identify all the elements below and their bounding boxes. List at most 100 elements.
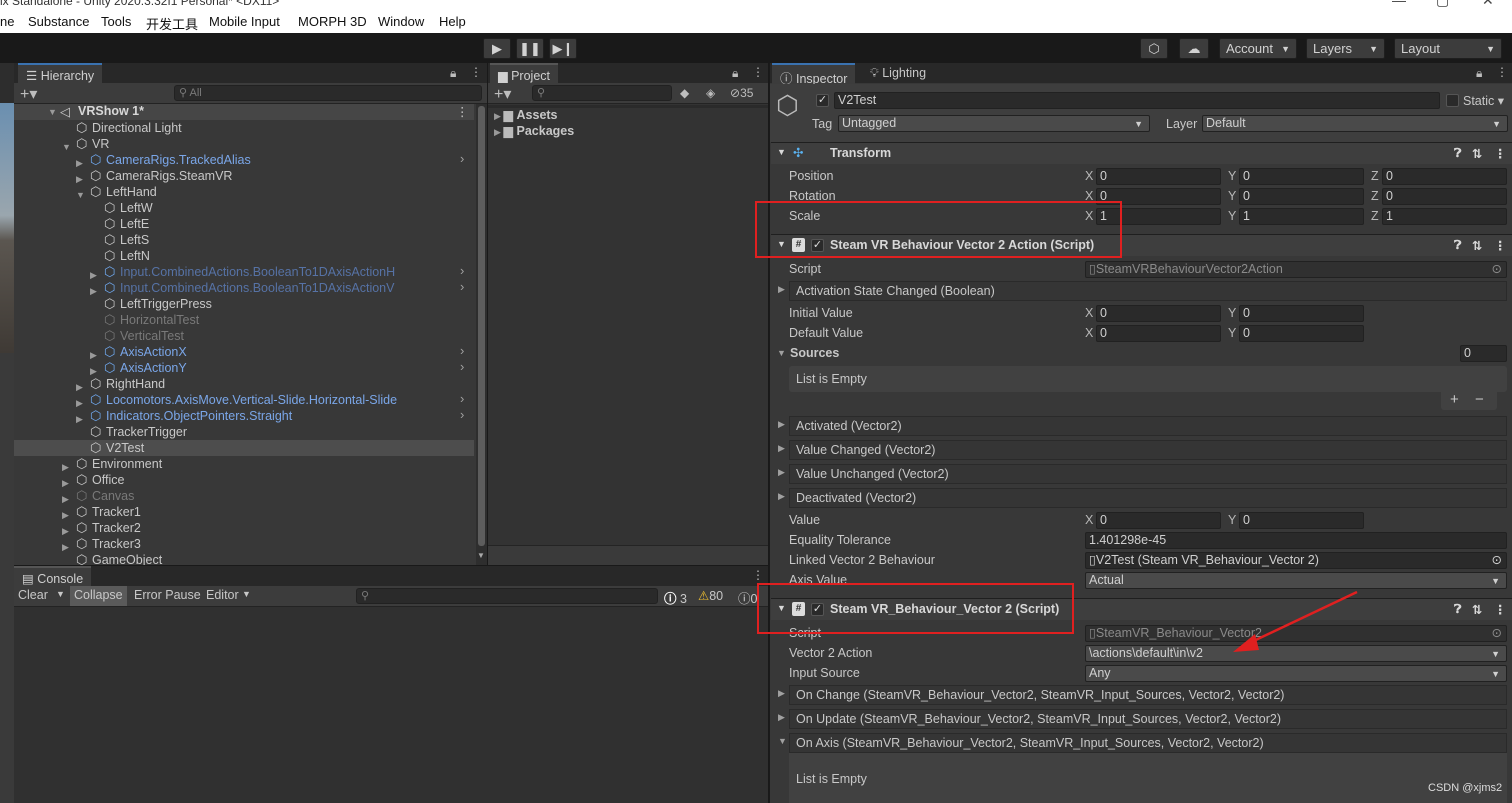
object-picker-icon[interactable]: ⊙ xyxy=(1492,553,1502,568)
error-toggle[interactable]: ⓘ0 xyxy=(738,588,757,607)
hierarchy-item[interactable]: ⬡ LeftS xyxy=(14,232,474,248)
position-z-input[interactable]: 0 xyxy=(1382,168,1507,185)
restore-icon[interactable]: ▢ xyxy=(1436,0,1449,9)
open-prefab-arrow-icon[interactable]: › xyxy=(460,279,464,295)
equality-tolerance-input[interactable]: 1.401298e-45 xyxy=(1085,532,1507,549)
hierarchy-item[interactable]: ⬡ LeftE xyxy=(14,216,474,232)
hierarchy-item[interactable]: ▶ ⬡ AxisActionX › xyxy=(14,343,474,360)
kebab-menu-icon[interactable]: ⋮ xyxy=(1496,65,1508,79)
help-icon[interactable]: ❓︎ xyxy=(1454,146,1462,161)
folder-packages[interactable]: ▶ ▆ Packages xyxy=(494,123,574,139)
hierarchy-item[interactable]: ▶ ⬡ AxisActionY › xyxy=(14,359,474,376)
hierarchy-item[interactable]: ▶ ⬡ Tracker1 xyxy=(14,504,474,520)
scene-header-row[interactable]: ▼ ◁ VRShow 1* ⋮ xyxy=(14,104,474,120)
scrollbar-thumb[interactable] xyxy=(478,106,485,546)
value-y-input[interactable]: 0 xyxy=(1239,512,1364,529)
error-pause-toggle[interactable]: Error Pause xyxy=(134,588,201,602)
value-x-input[interactable]: 0 xyxy=(1096,512,1221,529)
axis-value-dropdown[interactable]: Actual ▼ xyxy=(1085,572,1507,589)
kebab-menu-icon[interactable]: ⋮ xyxy=(470,65,482,79)
hierarchy-item[interactable]: ▶ ⬡ Canvas xyxy=(14,488,474,504)
unity-event-row[interactable]: On Update (SteamVR_Behaviour_Vector2, St… xyxy=(789,709,1507,729)
hierarchy-item[interactable]: ▶ ⬡ Indicators.ObjectPointers.Straight › xyxy=(14,407,474,424)
hierarchy-item[interactable]: ▶ ⬡ Tracker2 xyxy=(14,520,474,536)
tab-lighting[interactable]: 💡︎ Lighting xyxy=(870,66,926,81)
info-toggle[interactable]: ⓘ 3 xyxy=(664,588,687,607)
fold-open-icon[interactable]: ▼ xyxy=(48,107,57,117)
active-checkbox[interactable]: ✓ xyxy=(816,93,829,108)
add-plus-icon[interactable]: +▾ xyxy=(494,84,511,104)
position-y-input[interactable]: 0 xyxy=(1239,168,1364,185)
lock-icon[interactable]: 🔒︎ xyxy=(732,66,738,81)
fold-closed-icon[interactable]: ▶ xyxy=(778,688,785,699)
hierarchy-item[interactable]: ▶ ⬡ Office xyxy=(14,472,474,488)
layout-dropdown[interactable]: Layout ▼ xyxy=(1394,38,1502,59)
editor-dropdown[interactable]: Editor xyxy=(206,588,239,602)
tab-hierarchy[interactable]: ☰ Hierarchy xyxy=(18,63,103,84)
hierarchy-item[interactable]: ▶ ⬡ Input.CombinedActions.BooleanTo1DAxisA… xyxy=(14,263,474,280)
hierarchy-item[interactable]: ⬡ Directional Light xyxy=(14,120,474,136)
transform-header[interactable]: ▼ ✣ Transform ❓︎ ⇅ ⋮ xyxy=(771,142,1512,164)
preset-icon[interactable]: ⇅ xyxy=(1472,146,1482,161)
minimize-icon[interactable]: — xyxy=(1392,0,1406,8)
scale-y-input[interactable]: 1 xyxy=(1239,208,1364,225)
open-prefab-arrow-icon[interactable]: › xyxy=(460,359,464,375)
add-plus-icon[interactable]: +▾ xyxy=(20,84,37,104)
hierarchy-item[interactable]: ⬡ TrackerTrigger xyxy=(14,424,474,440)
kebab-menu-icon[interactable]: ⋮ xyxy=(752,568,764,582)
unity-event-row[interactable]: Activated (Vector2) xyxy=(789,416,1507,436)
tab-console[interactable]: ▤ Console xyxy=(14,566,92,587)
hierarchy-item[interactable]: ⬡ GameObject xyxy=(14,552,474,565)
hierarchy-item[interactable]: ▼ ⬡ VR xyxy=(14,136,474,152)
help-icon[interactable]: ❓︎ xyxy=(1454,602,1462,617)
account-dropdown[interactable]: Account ▼ xyxy=(1219,38,1297,59)
scroll-down-icon[interactable]: ▼ xyxy=(477,551,485,560)
hierarchy-item[interactable]: ▶ ⬡ Tracker3 xyxy=(14,536,474,552)
preset-icon[interactable]: ⇅ xyxy=(1472,602,1482,617)
scene-view-edge[interactable] xyxy=(0,63,14,803)
hierarchy-item[interactable]: ⬡ LeftN xyxy=(14,248,474,264)
unity-event-row[interactable]: Value Changed (Vector2) xyxy=(789,440,1507,460)
collapse-toggle[interactable]: Collapse xyxy=(70,586,127,606)
filter-type-icon[interactable]: ◆ xyxy=(680,86,689,100)
pause-button[interactable]: ❚❚ xyxy=(516,38,544,59)
static-checkbox[interactable] xyxy=(1446,93,1459,108)
preset-icon[interactable]: ⇅ xyxy=(1472,238,1482,253)
hierarchy-item[interactable]: ▶ ⬡ RightHand xyxy=(14,376,474,392)
object-picker-icon[interactable]: ⊙ xyxy=(1492,262,1502,277)
component-menu-icon[interactable]: ⋮ xyxy=(1494,602,1507,617)
menu-window[interactable]: Window xyxy=(378,14,424,29)
unity-event-row[interactable]: On Change (SteamVR_Behaviour_Vector2, St… xyxy=(789,685,1507,705)
hierarchy-item[interactable]: ▶ ⬡ Environment xyxy=(14,456,474,472)
console-search-input[interactable]: ⚲ xyxy=(356,588,658,604)
menu-tools[interactable]: Tools xyxy=(101,14,131,29)
help-icon[interactable]: ❓︎ xyxy=(1454,238,1462,253)
menu-morph3d[interactable]: MORPH 3D xyxy=(298,14,367,29)
scene-menu-icon[interactable]: ⋮ xyxy=(456,104,469,119)
close-icon[interactable]: ✕ xyxy=(1482,0,1494,9)
menu-mobile-input[interactable]: Mobile Input xyxy=(209,14,280,29)
hierarchy-item[interactable]: ⬡ LeftW xyxy=(14,200,474,216)
menu-help[interactable]: Help xyxy=(439,14,466,29)
clear-button[interactable]: Clear xyxy=(18,588,48,602)
static-dropdown[interactable]: Static ▾ xyxy=(1463,93,1504,108)
hierarchy-item[interactable]: ▶ ⬡ CameraRigs.TrackedAlias › xyxy=(14,151,474,168)
project-search-input[interactable]: ⚲ xyxy=(532,85,672,101)
unity-event-row[interactable]: Value Unchanged (Vector2) xyxy=(789,464,1507,484)
lock-icon[interactable]: 🔒︎ xyxy=(1476,66,1482,81)
add-icon[interactable]: + xyxy=(1450,391,1459,408)
fold-closed-icon[interactable]: ▶ xyxy=(778,284,785,295)
scale-z-input[interactable]: 1 xyxy=(1382,208,1507,225)
initial-x-input[interactable]: 0 xyxy=(1096,305,1221,322)
collab-button[interactable]: ⬡ xyxy=(1140,38,1168,59)
default-x-input[interactable]: 0 xyxy=(1096,325,1221,342)
hidden-packages-icon[interactable]: ⊘35 xyxy=(730,86,753,100)
unity-event-row[interactable]: Deactivated (Vector2) xyxy=(789,488,1507,508)
open-prefab-arrow-icon[interactable]: › xyxy=(460,407,464,423)
fold-open-icon[interactable]: ▼ xyxy=(777,147,786,157)
layer-dropdown[interactable]: Default ▼ xyxy=(1202,115,1508,132)
hierarchy-scrollbar[interactable]: ▼ xyxy=(476,104,487,565)
open-prefab-arrow-icon[interactable]: › xyxy=(460,151,464,167)
hierarchy-item[interactable]: ⬡ HorizontalTest xyxy=(14,312,474,328)
layers-dropdown[interactable]: Layers ▼ xyxy=(1306,38,1385,59)
